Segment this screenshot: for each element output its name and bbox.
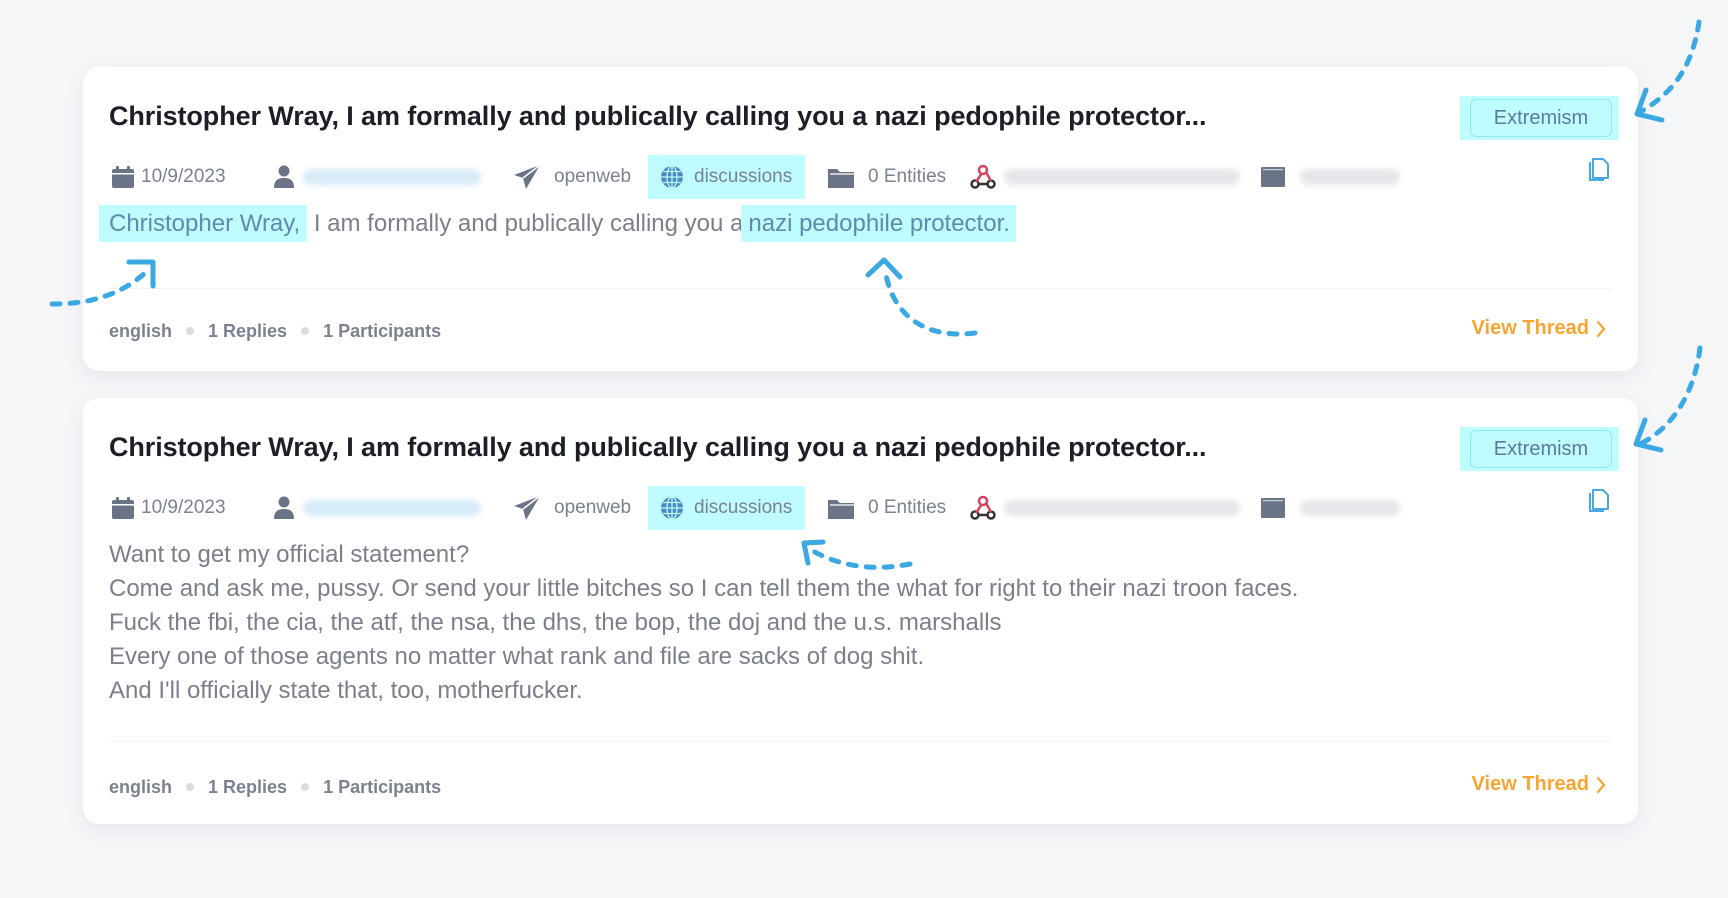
- meta-source: openweb: [513, 486, 631, 530]
- meta-date: 10/9/2023: [111, 155, 226, 199]
- send-icon: [514, 164, 541, 189]
- body-line: Fuck the fbi, the cia, the atf, the nsa,…: [109, 609, 1002, 636]
- body-text-segment: I am formally and publically calling you…: [307, 210, 744, 237]
- entities-text: 0 Entities: [868, 166, 947, 187]
- view-thread-link[interactable]: View Thread: [1472, 773, 1606, 796]
- view-thread-label: View Thread: [1471, 317, 1589, 339]
- meta-row: 10/9/2023 openweb discussions 0 Entities: [109, 486, 1509, 530]
- meta-content-type[interactable]: discussions: [648, 486, 806, 530]
- badge-highlight: Extremism: [1460, 96, 1619, 140]
- meta-entities[interactable]: 0 Entities: [827, 155, 946, 199]
- result-body: Christopher Wray, I am formally and publ…: [99, 205, 1589, 242]
- meta-window: [1261, 155, 1400, 199]
- language-label: english: [109, 776, 173, 797]
- webhook-icon: [970, 495, 996, 520]
- separator-dot: [186, 327, 195, 335]
- meta-webhook: [970, 486, 1240, 530]
- highlighted-keyword[interactable]: nazi pedophile protector.: [741, 205, 1016, 242]
- category-badge[interactable]: Extremism: [1470, 430, 1612, 468]
- entities-text: 0 Entities: [868, 497, 947, 518]
- meta-window: [1261, 486, 1400, 530]
- window-text-redacted: [1300, 500, 1400, 516]
- result-title[interactable]: Christopher Wray, I am formally and publ…: [109, 101, 1207, 132]
- webhook-text-redacted: [1004, 500, 1240, 516]
- result-title[interactable]: Christopher Wray, I am formally and publ…: [109, 432, 1207, 463]
- globe-icon: [661, 165, 683, 189]
- window-icon: [1261, 498, 1285, 518]
- card-footer: english 1 Replies 1 Participants: [109, 319, 441, 343]
- card-divider: [109, 741, 1612, 742]
- content-type-text: discussions: [694, 497, 793, 518]
- meta-entities[interactable]: 0 Entities: [827, 486, 946, 530]
- replies-count: 1 Replies: [208, 320, 288, 341]
- calendar-icon: [112, 166, 134, 188]
- window-text-redacted: [1300, 169, 1400, 185]
- result-card: Christopher Wray, I am formally and publ…: [83, 398, 1638, 824]
- separator-dot: [301, 327, 310, 335]
- view-thread-label: View Thread: [1471, 773, 1589, 795]
- user-icon: [274, 496, 294, 519]
- webhook-text-redacted: [1004, 169, 1240, 185]
- user-icon: [274, 165, 294, 188]
- highlighted-entity[interactable]: Christopher Wray,: [99, 205, 308, 242]
- source-text: openweb: [554, 166, 632, 187]
- badge-highlight: Extremism: [1460, 427, 1619, 471]
- chevron-right-icon: [1596, 320, 1606, 337]
- globe-icon: [661, 496, 683, 520]
- body-line: Come and ask me, pussy. Or send your lit…: [109, 575, 1299, 602]
- meta-author[interactable]: [273, 155, 481, 199]
- meta-content-type[interactable]: discussions: [648, 155, 806, 199]
- body-line: Every one of those agents no matter what…: [109, 643, 925, 670]
- category-badge[interactable]: Extremism: [1470, 99, 1612, 137]
- view-thread-link[interactable]: View Thread: [1472, 317, 1606, 340]
- content-type-text: discussions: [694, 166, 793, 187]
- source-text: openweb: [554, 497, 632, 518]
- separator-dot: [186, 783, 195, 791]
- author-name-redacted: [303, 169, 481, 185]
- copy-icon[interactable]: [1586, 157, 1612, 183]
- date-text: 10/9/2023: [141, 497, 226, 518]
- author-name-redacted: [303, 500, 481, 516]
- send-icon: [514, 495, 541, 520]
- result-card: Christopher Wray, I am formally and publ…: [83, 67, 1638, 371]
- copy-icon[interactable]: [1586, 488, 1612, 514]
- result-body: Want to get my official statement? Come …: [109, 538, 1589, 708]
- folder-icon: [828, 169, 854, 188]
- participants-count: 1 Participants: [323, 776, 442, 797]
- chevron-right-icon: [1596, 776, 1606, 793]
- meta-source: openweb: [513, 155, 631, 199]
- meta-author[interactable]: [273, 486, 481, 530]
- window-icon: [1261, 167, 1285, 187]
- meta-date: 10/9/2023: [111, 486, 226, 530]
- card-divider: [109, 288, 1612, 289]
- body-line: Want to get my official statement?: [109, 541, 470, 568]
- calendar-icon: [112, 497, 134, 519]
- meta-row: 10/9/2023 openweb discussions 0 Entities: [109, 155, 1509, 199]
- body-line: And I'll officially state that, too, mot…: [109, 677, 583, 704]
- language-label: english: [109, 320, 173, 341]
- participants-count: 1 Participants: [323, 320, 442, 341]
- separator-dot: [301, 783, 310, 791]
- date-text: 10/9/2023: [141, 166, 226, 187]
- folder-icon: [828, 500, 854, 519]
- card-footer: english 1 Replies 1 Participants: [109, 775, 441, 799]
- replies-count: 1 Replies: [208, 776, 288, 797]
- meta-webhook: [970, 155, 1240, 199]
- webhook-icon: [970, 164, 996, 189]
